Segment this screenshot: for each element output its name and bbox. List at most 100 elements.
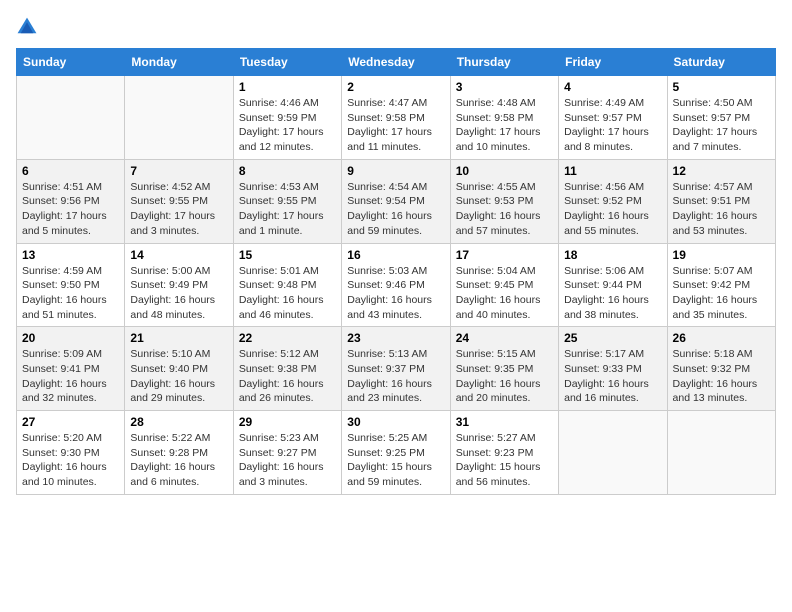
day-detail: Sunrise: 5:27 AM Sunset: 9:23 PM Dayligh… [456,431,553,490]
calendar-cell: 14 Sunrise: 5:00 AM Sunset: 9:49 PM Dayli… [125,243,233,327]
day-number: 20 [22,331,119,345]
calendar-cell: 24 Sunrise: 5:15 AM Sunset: 9:35 PM Dayli… [450,327,558,411]
calendar-cell: 25Sunrise: 5:17 AM Sunset: 9:33 PM Dayli… [559,327,667,411]
day-detail: Sunrise: 4:57 AM Sunset: 9:51 PM Dayligh… [673,180,770,239]
day-number: 7 [130,164,227,178]
calendar-cell: 31 Sunrise: 5:27 AM Sunset: 9:23 PM Dayli… [450,411,558,495]
day-number: 17 [456,248,553,262]
day-detail: Sunrise: 5:04 AM Sunset: 9:45 PM Dayligh… [456,264,553,323]
day-detail: Sunrise: 5:20 AM Sunset: 9:30 PM Dayligh… [22,431,119,490]
weekday-header-tuesday: Tuesday [233,49,341,76]
day-detail: Sunrise: 4:48 AM Sunset: 9:58 PM Dayligh… [456,96,553,155]
calendar-cell [125,76,233,160]
calendar-cell: 2 Sunrise: 4:47 AM Sunset: 9:58 PM Daylig… [342,76,450,160]
day-detail: Sunrise: 5:00 AM Sunset: 9:49 PM Dayligh… [130,264,227,323]
day-number: 11 [564,164,661,178]
calendar-cell: 9 Sunrise: 4:54 AM Sunset: 9:54 PM Daylig… [342,159,450,243]
calendar-week-4: 20 Sunrise: 5:09 AM Sunset: 9:41 PM Dayli… [17,327,776,411]
day-detail: Sunrise: 5:22 AM Sunset: 9:28 PM Dayligh… [130,431,227,490]
calendar-week-3: 13 Sunrise: 4:59 AM Sunset: 9:50 PM Dayli… [17,243,776,327]
day-number: 30 [347,415,444,429]
calendar-cell: 16Sunrise: 5:03 AM Sunset: 9:46 PM Dayli… [342,243,450,327]
day-number: 9 [347,164,444,178]
calendar-cell: 10 Sunrise: 4:55 AM Sunset: 9:53 PM Dayli… [450,159,558,243]
calendar-cell [559,411,667,495]
day-detail: Sunrise: 5:25 AM Sunset: 9:25 PM Dayligh… [347,431,444,490]
calendar-cell: 13 Sunrise: 4:59 AM Sunset: 9:50 PM Dayli… [17,243,125,327]
calendar-cell: 19 Sunrise: 5:07 AM Sunset: 9:42 PM Dayli… [667,243,775,327]
day-detail: Sunrise: 5:07 AM Sunset: 9:42 PM Dayligh… [673,264,770,323]
day-number: 31 [456,415,553,429]
calendar-cell: 1 Sunrise: 4:46 AM Sunset: 9:59 PM Daylig… [233,76,341,160]
day-detail: Sunrise: 5:18 AM Sunset: 9:32 PM Dayligh… [673,347,770,406]
day-detail: Sunrise: 4:49 AM Sunset: 9:57 PM Dayligh… [564,96,661,155]
day-number: 15 [239,248,336,262]
weekday-header-thursday: Thursday [450,49,558,76]
calendar-cell: 8 Sunrise: 4:53 AM Sunset: 9:55 PM Daylig… [233,159,341,243]
day-number: 6 [22,164,119,178]
day-detail: Sunrise: 5:01 AM Sunset: 9:48 PM Dayligh… [239,264,336,323]
calendar-cell: 26 Sunrise: 5:18 AM Sunset: 9:32 PM Dayli… [667,327,775,411]
day-detail: Sunrise: 4:53 AM Sunset: 9:55 PM Dayligh… [239,180,336,239]
day-number: 8 [239,164,336,178]
day-number: 2 [347,80,444,94]
calendar-cell: 17 Sunrise: 5:04 AM Sunset: 9:45 PM Dayli… [450,243,558,327]
day-number: 29 [239,415,336,429]
day-number: 14 [130,248,227,262]
day-detail: Sunrise: 5:15 AM Sunset: 9:35 PM Dayligh… [456,347,553,406]
day-number: 24 [456,331,553,345]
day-detail: Sunrise: 4:55 AM Sunset: 9:53 PM Dayligh… [456,180,553,239]
day-detail: Sunrise: 4:59 AM Sunset: 9:50 PM Dayligh… [22,264,119,323]
calendar-cell: 11 Sunrise: 4:56 AM Sunset: 9:52 PM Dayli… [559,159,667,243]
day-number: 18 [564,248,661,262]
weekday-header-friday: Friday [559,49,667,76]
day-number: 27 [22,415,119,429]
calendar-cell: 20 Sunrise: 5:09 AM Sunset: 9:41 PM Dayli… [17,327,125,411]
day-detail: Sunrise: 4:52 AM Sunset: 9:55 PM Dayligh… [130,180,227,239]
calendar-cell: 15 Sunrise: 5:01 AM Sunset: 9:48 PM Dayli… [233,243,341,327]
calendar-week-5: 27 Sunrise: 5:20 AM Sunset: 9:30 PM Dayli… [17,411,776,495]
weekday-header-sunday: Sunday [17,49,125,76]
calendar-cell [17,76,125,160]
calendar-cell: 29 Sunrise: 5:23 AM Sunset: 9:27 PM Dayli… [233,411,341,495]
day-detail: Sunrise: 4:50 AM Sunset: 9:57 PM Dayligh… [673,96,770,155]
day-detail: Sunrise: 4:54 AM Sunset: 9:54 PM Dayligh… [347,180,444,239]
day-detail: Sunrise: 4:56 AM Sunset: 9:52 PM Dayligh… [564,180,661,239]
day-number: 22 [239,331,336,345]
day-number: 13 [22,248,119,262]
calendar-week-2: 6 Sunrise: 4:51 AM Sunset: 9:56 PM Daylig… [17,159,776,243]
calendar-cell: 5 Sunrise: 4:50 AM Sunset: 9:57 PM Daylig… [667,76,775,160]
day-number: 26 [673,331,770,345]
calendar-cell: 28 Sunrise: 5:22 AM Sunset: 9:28 PM Dayli… [125,411,233,495]
day-number: 10 [456,164,553,178]
calendar-cell: 18Sunrise: 5:06 AM Sunset: 9:44 PM Dayli… [559,243,667,327]
day-number: 28 [130,415,227,429]
day-detail: Sunrise: 5:10 AM Sunset: 9:40 PM Dayligh… [130,347,227,406]
day-detail: Sunrise: 5:17 AM Sunset: 9:33 PM Dayligh… [564,347,661,406]
calendar-cell: 30 Sunrise: 5:25 AM Sunset: 9:25 PM Dayli… [342,411,450,495]
day-detail: Sunrise: 5:09 AM Sunset: 9:41 PM Dayligh… [22,347,119,406]
day-number: 1 [239,80,336,94]
weekday-header-saturday: Saturday [667,49,775,76]
calendar-table: SundayMondayTuesdayWednesdayThursdayFrid… [16,48,776,495]
day-number: 3 [456,80,553,94]
day-detail: Sunrise: 4:46 AM Sunset: 9:59 PM Dayligh… [239,96,336,155]
calendar-cell [667,411,775,495]
day-number: 21 [130,331,227,345]
day-number: 16 [347,248,444,262]
day-number: 19 [673,248,770,262]
day-number: 4 [564,80,661,94]
logo [16,16,42,38]
day-detail: Sunrise: 5:13 AM Sunset: 9:37 PM Dayligh… [347,347,444,406]
calendar-cell: 7 Sunrise: 4:52 AM Sunset: 9:55 PM Daylig… [125,159,233,243]
day-number: 5 [673,80,770,94]
calendar-week-1: 1 Sunrise: 4:46 AM Sunset: 9:59 PM Daylig… [17,76,776,160]
calendar-cell: 12Sunrise: 4:57 AM Sunset: 9:51 PM Dayli… [667,159,775,243]
day-detail: Sunrise: 4:47 AM Sunset: 9:58 PM Dayligh… [347,96,444,155]
calendar-cell: 3 Sunrise: 4:48 AM Sunset: 9:58 PM Daylig… [450,76,558,160]
calendar-cell: 6 Sunrise: 4:51 AM Sunset: 9:56 PM Daylig… [17,159,125,243]
calendar-header-row: SundayMondayTuesdayWednesdayThursdayFrid… [17,49,776,76]
day-detail: Sunrise: 5:12 AM Sunset: 9:38 PM Dayligh… [239,347,336,406]
day-detail: Sunrise: 5:23 AM Sunset: 9:27 PM Dayligh… [239,431,336,490]
day-detail: Sunrise: 4:51 AM Sunset: 9:56 PM Dayligh… [22,180,119,239]
